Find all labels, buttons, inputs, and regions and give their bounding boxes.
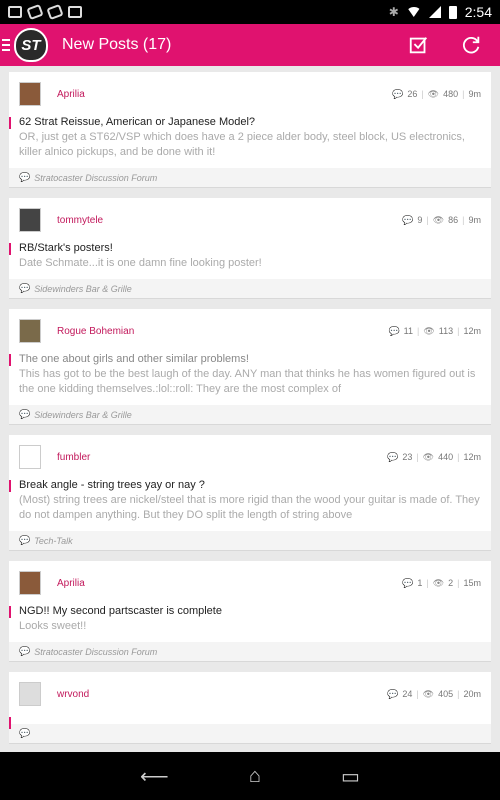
post-age: 12m [463, 452, 481, 462]
avatar[interactable] [19, 571, 41, 595]
post-title[interactable]: RB/Stark's posters! [9, 242, 481, 255]
post-snippet: OR, just get a ST62/VSP which does have … [19, 131, 465, 158]
post-title[interactable]: The one about girls and other similar pr… [9, 353, 481, 366]
views-icon: 👁 [422, 451, 435, 462]
recents-icon[interactable]: ▭ [341, 764, 360, 789]
bag-notification-icon [68, 6, 82, 18]
views-icon: 👁 [432, 214, 445, 225]
views-icon: 👁 [432, 577, 445, 588]
replies-count: 26 [407, 89, 418, 99]
battery-icon [448, 5, 457, 19]
post-card[interactable]: wrvond 💬 24 | 👁 405 | 20m 💬 [9, 672, 491, 744]
post-username[interactable]: Aprilia [57, 89, 85, 100]
wifi-icon [406, 7, 421, 17]
post-age: 9m [468, 89, 481, 99]
app-logo[interactable]: ST [14, 28, 48, 62]
forum-name: Sidewinders Bar & Grille [34, 409, 132, 420]
post-card[interactable]: Aprilia 💬 26 | 👁 480 | 9m 62 Strat Reiss… [9, 72, 491, 188]
replies-icon: 💬 [402, 577, 414, 588]
views-count: 113 [438, 326, 454, 336]
page-title: New Posts (17) [62, 36, 172, 53]
post-username[interactable]: fumbler [57, 452, 90, 463]
views-count: 405 [438, 689, 454, 699]
navigation-bar: ⟵ ⌂ ▭ [0, 752, 500, 800]
views-icon: 👁 [423, 325, 435, 336]
forum-footer: 💬 Sidewinders Bar & Grille [9, 279, 491, 298]
post-title[interactable]: Break angle - string trees yay or nay ? [9, 479, 481, 492]
status-bar: ✱ 2:54 [0, 0, 500, 24]
views-count: 440 [438, 452, 454, 462]
mark-read-icon[interactable] [408, 34, 430, 56]
forum-footer: 💬 Tech-Talk [9, 531, 491, 550]
forum-icon: 💬 [19, 646, 31, 656]
forum-icon: 💬 [19, 728, 31, 738]
post-snippet: This has got to be the best laugh of the… [19, 368, 476, 395]
menu-icon[interactable] [2, 39, 10, 51]
post-feed[interactable]: Aprilia 💬 26 | 👁 480 | 9m 62 Strat Reiss… [9, 72, 491, 752]
post-age: 12m [463, 326, 481, 336]
replies-icon: 💬 [388, 325, 400, 336]
views-icon: 👁 [422, 688, 435, 699]
post-username[interactable]: Rogue Bohemian [57, 326, 134, 337]
avatar[interactable] [19, 208, 41, 232]
avatar[interactable] [19, 445, 41, 469]
post-card[interactable]: fumbler 💬 23 | 👁 440 | 12m Break angle -… [9, 435, 491, 551]
forum-footer: 💬 Sidewinders Bar & Grille [9, 405, 491, 424]
post-title[interactable]: 62 Strat Reissue, American or Japanese M… [9, 116, 481, 129]
views-count: 2 [448, 578, 454, 588]
refresh-icon[interactable] [460, 34, 482, 56]
app-bar: ST New Posts (17) [0, 24, 500, 66]
replies-icon: 💬 [387, 451, 399, 462]
forum-name: Sidewinders Bar & Grille [34, 283, 132, 294]
replies-count: 9 [417, 215, 423, 225]
dice-notification-icon [46, 3, 64, 21]
post-age: 15m [463, 578, 481, 588]
forum-name: Stratocaster Discussion Forum [34, 646, 158, 657]
post-card[interactable]: Aprilia 💬 1 | 👁 2 | 15m NGD!! My second … [9, 561, 491, 662]
post-username[interactable]: wrvond [57, 689, 89, 700]
replies-count: 23 [402, 452, 413, 462]
forum-name: Tech-Talk [34, 535, 73, 546]
signal-icon [428, 6, 441, 18]
avatar[interactable] [19, 682, 41, 706]
gallery-notification-icon [8, 6, 22, 18]
replies-icon: 💬 [402, 214, 414, 225]
forum-footer: 💬 Stratocaster Discussion Forum [9, 642, 491, 661]
post-card[interactable]: Rogue Bohemian 💬 11 | 👁 113 | 12m The on… [9, 309, 491, 425]
post-age: 20m [463, 689, 481, 699]
views-count: 86 [448, 215, 459, 225]
post-age: 9m [468, 215, 481, 225]
avatar[interactable] [19, 82, 41, 106]
post-snippet: (Most) string trees are nickel/steel tha… [19, 494, 480, 521]
forum-icon: 💬 [19, 409, 31, 419]
bluetooth-icon: ✱ [388, 5, 399, 19]
replies-count: 1 [417, 578, 423, 588]
clock: 2:54 [464, 4, 492, 20]
back-icon[interactable]: ⟵ [140, 764, 169, 789]
post-title[interactable]: NGD!! My second partscaster is complete [9, 605, 481, 618]
post-snippet: Looks sweet!! [19, 620, 87, 632]
views-count: 480 [443, 89, 459, 99]
forum-name: Stratocaster Discussion Forum [34, 172, 158, 183]
forum-footer: 💬 [9, 724, 491, 743]
avatar[interactable] [19, 319, 41, 343]
home-icon[interactable]: ⌂ [249, 765, 261, 788]
views-icon: 👁 [427, 88, 440, 99]
post-snippet: Date Schmate...it is one damn fine looki… [19, 257, 262, 269]
forum-icon: 💬 [19, 172, 31, 182]
replies-count: 24 [402, 689, 413, 699]
forum-icon: 💬 [19, 283, 31, 293]
post-username[interactable]: tommytele [57, 215, 103, 226]
forum-footer: 💬 Stratocaster Discussion Forum [9, 168, 491, 187]
post-username[interactable]: Aprilia [57, 578, 85, 589]
forum-icon: 💬 [19, 535, 31, 545]
replies-count: 11 [403, 326, 413, 336]
dice-notification-icon [26, 3, 44, 21]
replies-icon: 💬 [387, 688, 399, 699]
post-card[interactable]: tommytele 💬 9 | 👁 86 | 9m RB/Stark's pos… [9, 198, 491, 299]
replies-icon: 💬 [392, 88, 404, 99]
